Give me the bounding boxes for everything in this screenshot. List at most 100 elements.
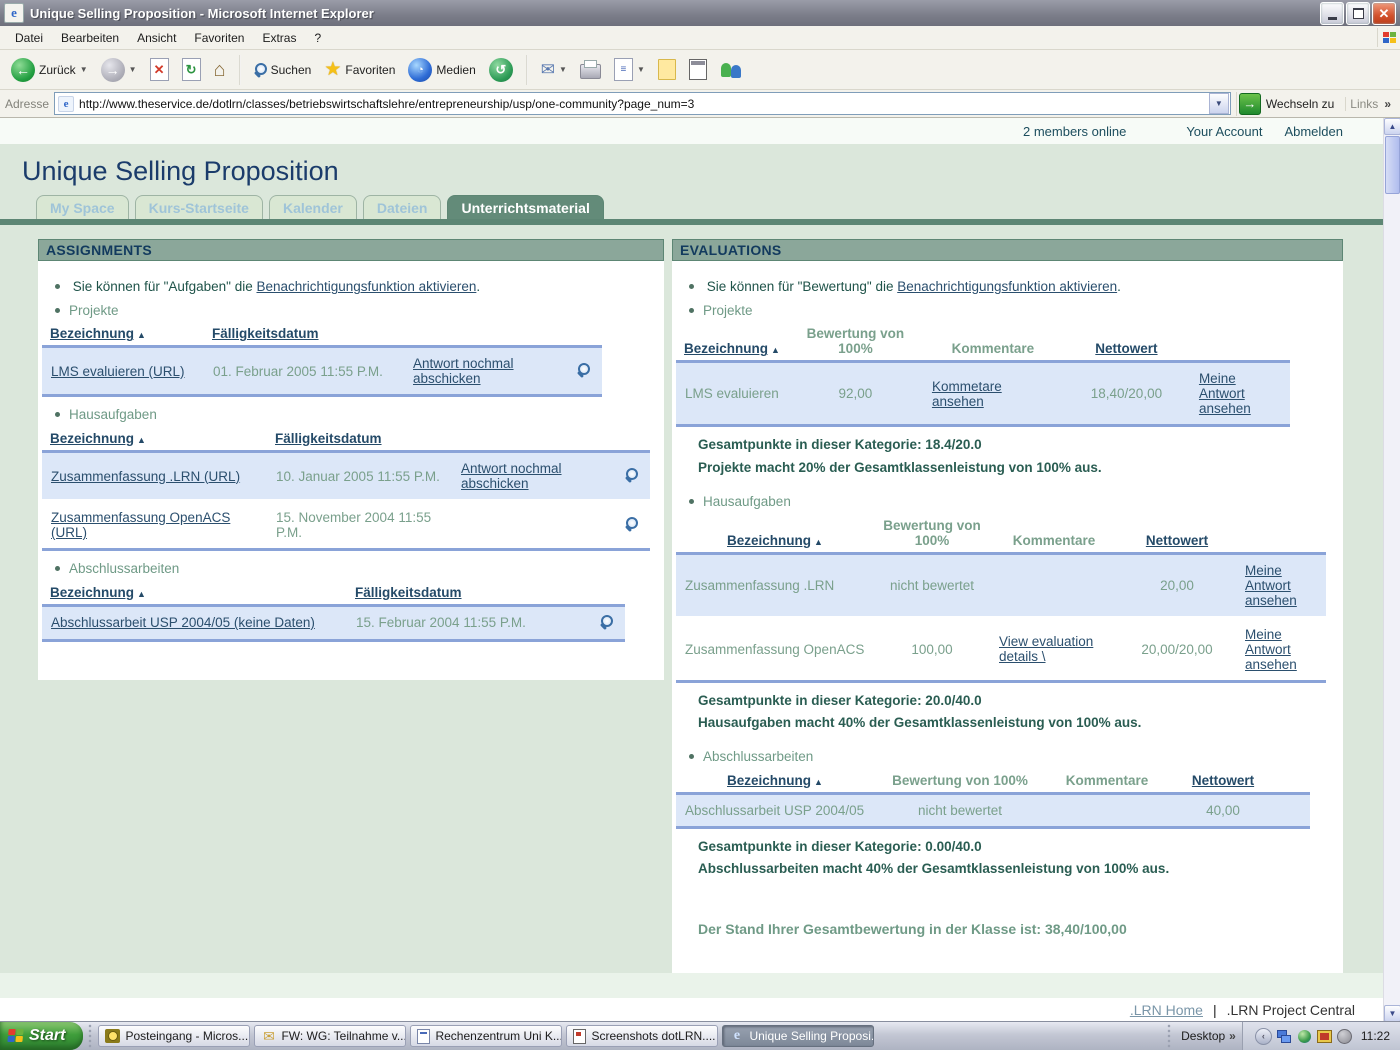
mail-dropdown-icon[interactable]: ▼ bbox=[559, 65, 567, 74]
assignment-name-link[interactable]: LMS evaluieren (URL) bbox=[51, 364, 185, 379]
zoom-detail-icon[interactable] bbox=[577, 363, 590, 376]
sort-faelligkeitsdatum-link[interactable]: Fälligkeitsdatum bbox=[275, 431, 382, 446]
task-posteingang[interactable]: Posteingang - Micros... bbox=[98, 1025, 250, 1047]
sort-faelligkeitsdatum-link[interactable]: Fälligkeitsdatum bbox=[212, 326, 319, 341]
evaluation-grade: nicht bewertet bbox=[874, 793, 1046, 827]
view-my-answer-link[interactable]: Meine Antwort ansehen bbox=[1199, 371, 1251, 416]
tray-collapse-icon[interactable]: ‹ bbox=[1255, 1028, 1272, 1045]
assignments-abschlussarbeiten-table: Bezeichnung▲ Fälligkeitsdatum Abschlussa… bbox=[42, 583, 625, 642]
zoom-detail-icon[interactable] bbox=[600, 615, 613, 628]
forward-dropdown-icon[interactable]: ▼ bbox=[129, 65, 137, 74]
tab-kurs-startseite[interactable]: Kurs-Startseite bbox=[135, 195, 263, 219]
browser-window: e Unique Selling Proposition - Microsoft… bbox=[0, 0, 1400, 1022]
restore-button[interactable] bbox=[1346, 2, 1370, 25]
logout-link[interactable]: Abmelden bbox=[1284, 124, 1343, 139]
discuss-button[interactable] bbox=[655, 57, 679, 82]
mail-button[interactable]: ✉ ▼ bbox=[538, 59, 570, 80]
scrollbar-thumb[interactable] bbox=[1385, 136, 1400, 194]
print-button[interactable] bbox=[577, 58, 604, 81]
links-toolbar[interactable]: Links » bbox=[1345, 97, 1395, 111]
sort-faelligkeitsdatum-link[interactable]: Fälligkeitsdatum bbox=[355, 585, 462, 600]
edit-dropdown-icon[interactable]: ▼ bbox=[637, 65, 645, 74]
task-screenshots[interactable]: Screenshots dotLRN.... bbox=[566, 1025, 718, 1047]
sort-bezeichnung-link[interactable]: Bezeichnung bbox=[684, 341, 768, 356]
taskbar: Start Posteingang - Micros... ✉ FW: WG: … bbox=[0, 1021, 1400, 1050]
task-email[interactable]: ✉ FW: WG: Teilnahme v... bbox=[254, 1025, 406, 1047]
notification-activate-link[interactable]: Benachrichtigungsfunktion aktivieren bbox=[897, 279, 1117, 294]
task-rechenzentrum[interactable]: Rechenzentrum Uni K... bbox=[410, 1025, 562, 1047]
sort-asc-icon: ▲ bbox=[137, 435, 146, 445]
menu-favoriten[interactable]: Favoriten bbox=[185, 28, 253, 48]
sort-bezeichnung-link[interactable]: Bezeichnung bbox=[727, 533, 811, 548]
tab-unterrichtsmaterial[interactable]: Unterrichtsmaterial bbox=[447, 195, 603, 219]
menu-ansicht[interactable]: Ansicht bbox=[128, 28, 185, 48]
your-account-link[interactable]: Your Account bbox=[1186, 124, 1262, 139]
sort-bezeichnung-link[interactable]: Bezeichnung bbox=[50, 431, 134, 446]
address-url[interactable]: http://www.theservice.de/dotlrn/classes/… bbox=[79, 97, 1204, 111]
resubmit-answer-link[interactable]: Antwort nochmal abschicken bbox=[461, 461, 562, 491]
menu-extras[interactable]: Extras bbox=[253, 28, 305, 48]
assignment-name-link[interactable]: Zusammenfassung OpenACS (URL) bbox=[51, 510, 230, 540]
desktop-toolbar[interactable]: Desktop » bbox=[1181, 1029, 1236, 1043]
update-tray-icon[interactable] bbox=[1337, 1029, 1352, 1043]
lrn-home-link[interactable]: .LRN Home bbox=[1130, 1002, 1203, 1018]
forward-button[interactable]: → ▼ bbox=[98, 56, 140, 84]
tab-my-space[interactable]: My Space bbox=[36, 195, 129, 219]
scroll-up-button[interactable]: ▲ bbox=[1384, 118, 1400, 135]
view-evaluation-details-link[interactable]: View evaluation details \ bbox=[999, 634, 1093, 664]
menu-bearbeiten[interactable]: Bearbeiten bbox=[52, 28, 128, 48]
assignment-row: Zusammenfassung .LRN (URL) 10. Januar 20… bbox=[42, 452, 650, 501]
back-button[interactable]: ← Zurück ▼ bbox=[8, 56, 91, 84]
notification-activate-link[interactable]: Benachrichtigungsfunktion aktivieren bbox=[256, 279, 476, 294]
assignment-name-link[interactable]: Zusammenfassung .LRN (URL) bbox=[51, 469, 240, 484]
zoom-detail-icon[interactable] bbox=[625, 517, 638, 530]
menu-help[interactable]: ? bbox=[305, 28, 330, 48]
back-dropdown-icon[interactable]: ▼ bbox=[80, 65, 88, 74]
messenger-tray-icon[interactable] bbox=[1297, 1029, 1312, 1043]
view-my-answer-link[interactable]: Meine Antwort ansehen bbox=[1245, 563, 1297, 608]
messenger-button[interactable] bbox=[717, 58, 745, 82]
scroll-down-button[interactable]: ▼ bbox=[1384, 1005, 1400, 1022]
tab-dateien[interactable]: Dateien bbox=[363, 195, 442, 219]
resubmit-answer-link[interactable]: Antwort nochmal abschicken bbox=[413, 356, 514, 386]
view-my-answer-link[interactable]: Meine Antwort ansehen bbox=[1245, 627, 1297, 672]
display-tray-icon[interactable] bbox=[1317, 1029, 1332, 1043]
evaluation-row: Abschlussarbeit USP 2004/05 nicht bewert… bbox=[676, 793, 1310, 827]
start-button[interactable]: Start bbox=[0, 1022, 83, 1050]
minimize-button[interactable] bbox=[1320, 2, 1344, 25]
vertical-scrollbar[interactable]: ▲ ▼ bbox=[1383, 118, 1400, 1022]
sort-nettowert-link[interactable]: Nettowert bbox=[1146, 533, 1208, 548]
menu-datei[interactable]: Datei bbox=[6, 28, 52, 48]
chevron-double-icon: » bbox=[1384, 97, 1391, 111]
home-button[interactable]: ⌂ bbox=[211, 58, 229, 82]
sort-bezeichnung-link[interactable]: Bezeichnung bbox=[727, 773, 811, 788]
history-button[interactable]: ↺ bbox=[486, 56, 516, 84]
edit-button[interactable]: ≡ ▼ bbox=[611, 56, 648, 83]
address-dropdown-icon[interactable]: ▼ bbox=[1209, 93, 1229, 114]
dialog-button[interactable] bbox=[686, 57, 710, 82]
address-input[interactable]: e http://www.theservice.de/dotlrn/classe… bbox=[54, 92, 1231, 115]
close-button[interactable]: ✕ bbox=[1372, 2, 1396, 25]
tab-bar: My Space Kurs-Startseite Kalender Dateie… bbox=[36, 195, 1383, 219]
col-bewertung: Bewertung von 100% bbox=[874, 771, 1046, 794]
members-online-link[interactable]: 2 members online bbox=[1023, 124, 1126, 139]
sort-bezeichnung-link[interactable]: Bezeichnung bbox=[50, 326, 134, 341]
assignment-name-link[interactable]: Abschlussarbeit USP 2004/05 (keine Daten… bbox=[51, 615, 315, 630]
task-unique-selling-proposition[interactable]: e Unique Selling Proposi... bbox=[722, 1025, 874, 1047]
sort-bezeichnung-link[interactable]: Bezeichnung bbox=[50, 585, 134, 600]
refresh-button[interactable]: ↻ bbox=[179, 56, 204, 83]
favorites-button[interactable]: ★ Favoriten bbox=[321, 58, 398, 81]
taskbar-divider bbox=[86, 1024, 93, 1048]
col-kommentare: Kommentare bbox=[990, 516, 1118, 554]
media-button[interactable]: ◔ Medien bbox=[405, 56, 478, 84]
search-button[interactable]: Suchen bbox=[251, 61, 315, 79]
go-button[interactable]: → Wechseln zu bbox=[1236, 92, 1340, 116]
lrn-project-central-link[interactable]: .LRN Project Central bbox=[1227, 1002, 1355, 1018]
sort-nettowert-link[interactable]: Nettowert bbox=[1095, 341, 1157, 356]
zoom-detail-icon[interactable] bbox=[625, 468, 638, 481]
network-tray-icon[interactable] bbox=[1277, 1029, 1292, 1043]
tab-kalender[interactable]: Kalender bbox=[269, 195, 357, 219]
view-comments-link[interactable]: Kommetare ansehen bbox=[932, 379, 1002, 409]
stop-button[interactable]: ✕ bbox=[147, 56, 172, 83]
sort-nettowert-link[interactable]: Nettowert bbox=[1192, 773, 1254, 788]
